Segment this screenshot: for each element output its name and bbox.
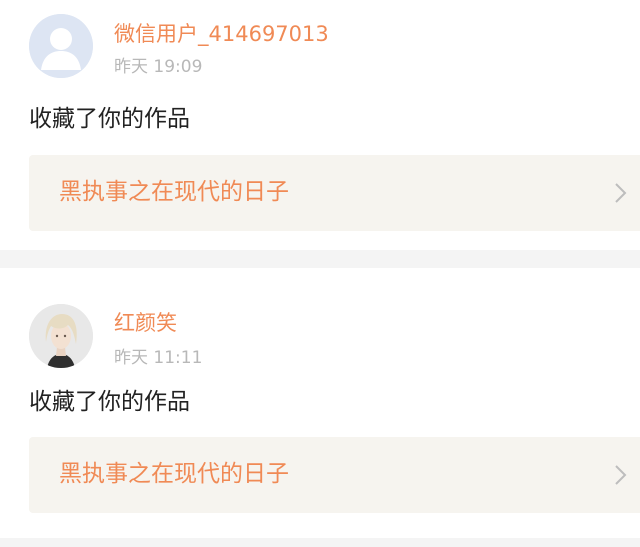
work-link[interactable]: 黑执事之在现代的日子: [29, 155, 640, 231]
timestamp: 昨天 19:09: [114, 57, 203, 77]
default-user-avatar-icon[interactable]: [29, 14, 93, 78]
chevron-right-icon: [615, 183, 627, 203]
action-text: 收藏了你的作品: [29, 389, 190, 415]
action-text: 收藏了你的作品: [29, 106, 190, 132]
username-link[interactable]: 微信用户_414697013: [114, 21, 329, 47]
notification-card: 红颜笑 昨天 11:11 收藏了你的作品 黑执事之在现代的日子: [0, 268, 640, 538]
profile-photo-avatar-icon[interactable]: [29, 304, 93, 368]
username-link[interactable]: 红颜笑: [114, 310, 177, 336]
timestamp: 昨天 11:11: [114, 348, 203, 368]
notification-feed: 微信用户_414697013 昨天 19:09 收藏了你的作品 黑执事之在现代的…: [0, 0, 640, 547]
notification-card: 微信用户_414697013 昨天 19:09 收藏了你的作品 黑执事之在现代的…: [0, 0, 640, 250]
work-link[interactable]: 黑执事之在现代的日子: [29, 437, 640, 513]
work-title: 黑执事之在现代的日子: [59, 461, 289, 487]
chevron-right-icon: [615, 465, 627, 485]
work-title: 黑执事之在现代的日子: [59, 179, 289, 205]
